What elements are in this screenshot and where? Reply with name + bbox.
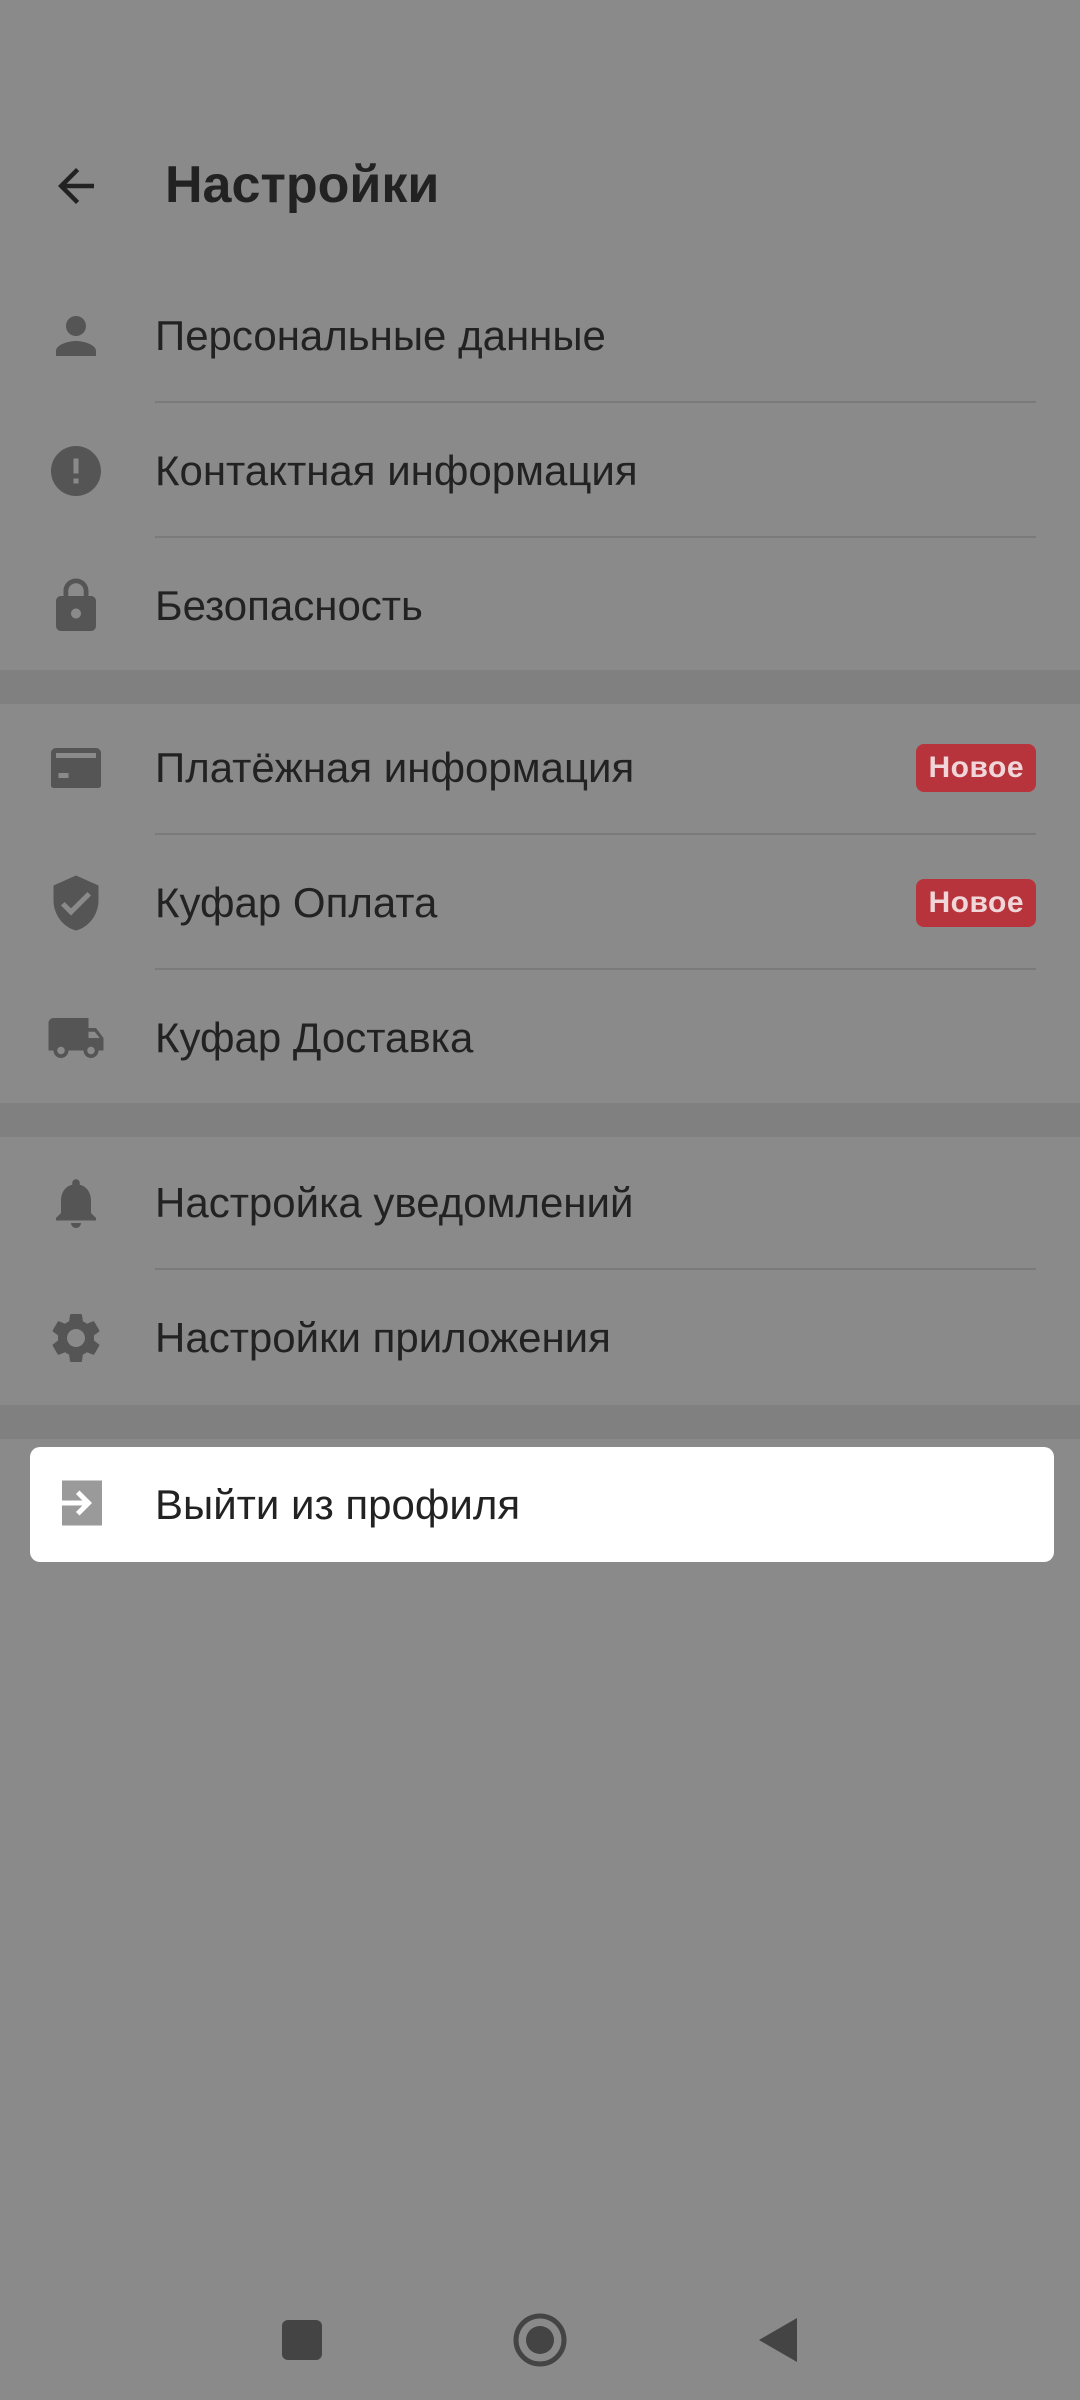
square-icon (282, 2320, 322, 2360)
menu-item-app-settings[interactable]: Настройки приложения (0, 1270, 1080, 1405)
gear-icon (44, 1306, 108, 1370)
truck-icon (44, 1006, 108, 1070)
menu-item-kufar-delivery[interactable]: Куфар Доставка (0, 970, 1080, 1105)
menu-item-payment-info[interactable]: Платёжная информация Новое (0, 700, 1080, 835)
logout-icon (50, 1471, 114, 1535)
menu-item-label: Безопасность (155, 582, 423, 629)
menu-item-label: Куфар Оплата (155, 879, 438, 926)
bell-icon (44, 1171, 108, 1235)
menu-item-security[interactable]: Безопасность (0, 538, 1080, 673)
settings-section-profile: Персональные данные Контактная информаци… (0, 268, 1080, 673)
menu-item-kufar-payment[interactable]: Куфар Оплата Новое (0, 835, 1080, 970)
app-header: Настройки (0, 110, 1080, 250)
logout-button[interactable]: Выйти из профиля (30, 1447, 1054, 1562)
section-separator (0, 1405, 1080, 1439)
menu-item-notification-settings[interactable]: Настройка уведомлений (0, 1135, 1080, 1270)
section-separator (0, 1103, 1080, 1137)
menu-item-label: Настройки приложения (155, 1314, 611, 1361)
alert-circle-icon (44, 439, 108, 503)
page-title: Настройки (165, 156, 440, 214)
menu-item-label: Куфар Доставка (155, 1014, 474, 1061)
settings-section-app: Настройка уведомлений Настройки приложен… (0, 1135, 1080, 1405)
person-icon (44, 304, 108, 368)
shield-check-icon (44, 871, 108, 935)
section-separator (0, 670, 1080, 704)
recents-button[interactable] (262, 2300, 342, 2380)
menu-item-label: Настройка уведомлений (155, 1179, 634, 1226)
menu-item-label: Контактная информация (155, 447, 638, 494)
credit-card-icon (44, 736, 108, 800)
new-badge: Новое (916, 744, 1036, 792)
menu-item-label: Персональные данные (155, 312, 606, 359)
menu-item-personal-data[interactable]: Персональные данные (0, 268, 1080, 403)
home-button[interactable] (500, 2300, 580, 2380)
settings-section-payments: Платёжная информация Новое Куфар Оплата … (0, 700, 1080, 1105)
arrow-left-icon (58, 168, 94, 204)
system-nav-bar (0, 2280, 1080, 2390)
settings-screen: Настройки Персональные данные Контактная… (0, 0, 1080, 2400)
system-back-button[interactable] (738, 2300, 818, 2380)
back-button[interactable] (30, 140, 122, 232)
triangle-back-icon (759, 2318, 797, 2362)
logout-label: Выйти из профиля (155, 1481, 521, 1528)
new-badge: Новое (916, 879, 1036, 927)
menu-item-label: Платёжная информация (155, 744, 635, 791)
lock-icon (44, 574, 108, 638)
menu-item-contact-info[interactable]: Контактная информация (0, 403, 1080, 538)
circle-home-icon (513, 2313, 567, 2367)
